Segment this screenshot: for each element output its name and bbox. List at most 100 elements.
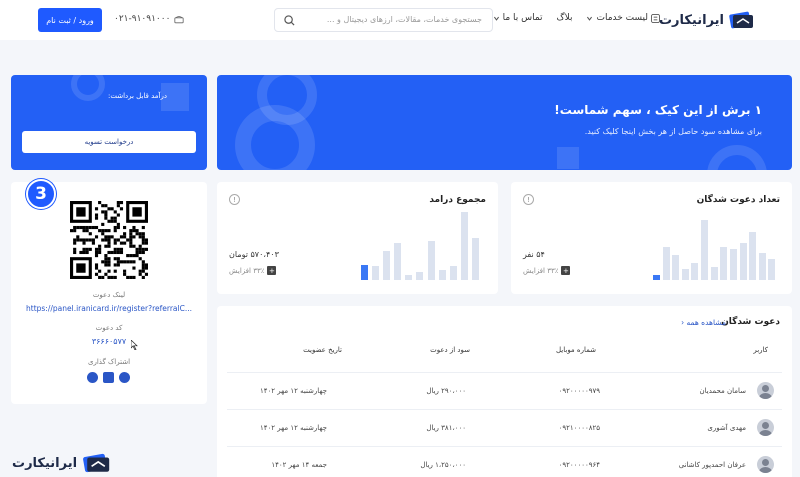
phone-number: ۰۲۱-۹۱۰۹۱۰۰۰ xyxy=(114,14,171,24)
invite-link-label: لینک دعوت xyxy=(92,291,126,299)
nav-contact-label: تماس با ما xyxy=(502,13,543,23)
total-income-title: مجموع درامد xyxy=(429,195,486,205)
column-header-date: تاریخ عضویت xyxy=(303,346,342,354)
chart-bar xyxy=(691,263,699,280)
column-header-user: کاربر xyxy=(753,346,768,354)
chart-bar xyxy=(653,275,660,280)
top-header: ایرانیکارت لیست خدمات بلاگ تماس با ما جس… xyxy=(0,0,800,40)
nav-contact[interactable]: تماس با ما xyxy=(493,13,543,23)
chart-bar xyxy=(701,220,709,280)
logo[interactable]: ایرانیکارت xyxy=(659,9,754,31)
invited-users-table: دعوت شدگان مشاهده همه ‹ کاربر شماره موبا… xyxy=(217,306,792,477)
invites-count-card: تعداد دعوت شدگان ! ۵۴ نفر + ۳۳٪ افزایش xyxy=(511,182,792,294)
chart-bar xyxy=(361,265,368,280)
total-income-card: مجموع درامد ! ۵۷۰،۴۰۳ تومان + ۳۳٪ افزایش xyxy=(217,182,498,294)
info-icon[interactable]: ! xyxy=(229,194,240,205)
chart-bar xyxy=(427,240,435,280)
login-register-button[interactable]: ورود / ثبت نام xyxy=(38,8,102,32)
invite-link[interactable]: https://panel.iranicard.ir/register?refe… xyxy=(11,304,207,313)
chart-bar xyxy=(471,237,479,280)
decor-circle xyxy=(71,75,105,101)
support-phone[interactable]: ۰۲۱-۹۱۰۹۱۰۰۰ xyxy=(114,14,185,24)
chart-bar xyxy=(405,274,413,280)
user-join-date: جمعه ۱۴ مهر ۱۴۰۲ xyxy=(271,461,327,469)
qr-code-icon[interactable] xyxy=(70,201,148,279)
nav-blog[interactable]: بلاگ xyxy=(557,13,573,23)
avatar xyxy=(757,382,774,399)
chart-bar xyxy=(449,266,457,280)
chart-bar xyxy=(372,266,380,280)
chart-bar xyxy=(416,271,424,280)
decor-circle xyxy=(707,145,767,170)
total-income-value: ۵۷۰،۴۰۳ تومان xyxy=(229,250,279,259)
facebook-icon[interactable] xyxy=(103,372,114,383)
invites-count-title: تعداد دعوت شدگان xyxy=(696,195,780,205)
watermark-text: ایرانیکارت xyxy=(12,455,78,471)
chart-bar xyxy=(739,242,747,280)
plus-icon: + xyxy=(267,266,277,275)
chart-bar xyxy=(672,254,680,280)
table-title: دعوت شدگان xyxy=(721,317,780,327)
banner-subtitle[interactable]: برای مشاهده سود حاصل از هر بخش اینجا کلی… xyxy=(585,127,762,136)
view-all-link[interactable]: مشاهده همه ‹ xyxy=(681,318,726,327)
chart-bar xyxy=(710,266,718,280)
plus-icon: + xyxy=(561,266,571,275)
watermark-logo: ایرانیکارت xyxy=(12,452,111,474)
banner-title: ۱ برش از این کیک ، سهم شماست! xyxy=(554,103,762,117)
payable-income-label: درآمد قابل برداشت: xyxy=(107,92,167,100)
logo-card-icon xyxy=(83,453,110,473)
nav-services-label: لیست خدمات xyxy=(596,13,648,23)
user-profit: ۱،۲۵۰،۰۰۰ ریال xyxy=(420,461,466,469)
logo-card-icon xyxy=(728,10,754,30)
income-bar-chart xyxy=(361,212,483,280)
user-profit: ۳۸۱،۰۰۰ ریال xyxy=(426,424,466,432)
info-icon[interactable]: ! xyxy=(523,194,534,205)
chart-bar xyxy=(720,247,728,280)
chart-bar xyxy=(768,259,776,280)
table-row[interactable]: سامان محمدیان ۰۹۲۰۰۰۰۰۹۷۹ ۲۹۰،۰۰۰ ریال چ… xyxy=(227,372,782,409)
invite-code-label: کد دعوت xyxy=(95,324,123,332)
column-header-mobile: شماره موبایل xyxy=(555,346,596,354)
chart-bar xyxy=(681,269,689,280)
table-row[interactable]: مهدی آشوری ۰۹۲۱۰۰۰۰۸۲۵ ۳۸۱،۰۰۰ ریال چهار… xyxy=(227,409,782,446)
step-badge: 3 xyxy=(26,179,56,209)
phone-icon xyxy=(174,15,185,23)
whatsapp-icon[interactable] xyxy=(119,372,130,383)
main-nav: لیست خدمات بلاگ تماس با ما xyxy=(493,13,660,23)
user-join-date: چهارشنبه ۱۲ مهر ۱۴۰۲ xyxy=(259,424,327,432)
settlement-request-button[interactable]: درخواست تسویه xyxy=(22,131,196,153)
chevron-down-icon xyxy=(493,16,499,21)
income-change-text: ۳۳٪ افزایش xyxy=(229,266,265,275)
user-mobile: ۰۹۲۰۰۰۰۰۹۷۹ xyxy=(558,387,600,395)
telegram-icon[interactable] xyxy=(87,372,98,383)
user-name: عرفان احمدپور کاشانی xyxy=(678,461,746,469)
decor-square xyxy=(557,147,579,169)
payable-income-card: درآمد قابل برداشت: درخواست تسویه xyxy=(11,75,207,170)
column-header-profit: سود از دعوت xyxy=(430,346,470,354)
chart-bar xyxy=(758,253,766,280)
list-icon xyxy=(651,13,660,23)
user-join-date: چهارشنبه ۱۲ مهر ۱۴۰۲ xyxy=(259,387,327,395)
referral-banner[interactable]: ۱ برش از این کیک ، سهم شماست! برای مشاهد… xyxy=(217,75,792,170)
chart-bar xyxy=(394,242,402,280)
chevron-left-icon: ‹ xyxy=(681,318,685,327)
avatar xyxy=(757,456,774,473)
share-buttons xyxy=(87,372,130,383)
table-row[interactable]: عرفان احمدپور کاشانی ۰۹۲۰۰۰۰۰۹۶۴ ۱،۲۵۰،۰… xyxy=(227,446,782,477)
income-change: + ۳۳٪ افزایش xyxy=(229,266,277,275)
invites-count-value: ۵۴ نفر xyxy=(523,250,545,259)
chart-bar xyxy=(460,212,468,280)
invites-bar-chart xyxy=(653,220,778,280)
referral-qr-card: 3 لینک دعوت https://panel.iranicard.ir/r… xyxy=(11,179,207,404)
search-input[interactable]: جستجوی خدمات، مقالات، ارزهای دیجیتال و .… xyxy=(274,8,493,32)
chevron-down-icon xyxy=(587,16,593,21)
share-label: اشتراک گذاری xyxy=(87,358,131,366)
search-icon[interactable] xyxy=(284,15,295,26)
view-all-label: مشاهده همه xyxy=(686,318,726,327)
user-mobile: ۰۹۲۰۰۰۰۰۹۶۴ xyxy=(558,461,600,469)
user-name: سامان محمدیان xyxy=(699,387,746,395)
logo-text: ایرانیکارت xyxy=(658,12,724,28)
invite-code[interactable]: ۳۶۶۶۰۵۷۷ xyxy=(11,337,207,346)
nav-services[interactable]: لیست خدمات xyxy=(586,13,660,23)
user-name: مهدی آشوری xyxy=(707,424,746,432)
